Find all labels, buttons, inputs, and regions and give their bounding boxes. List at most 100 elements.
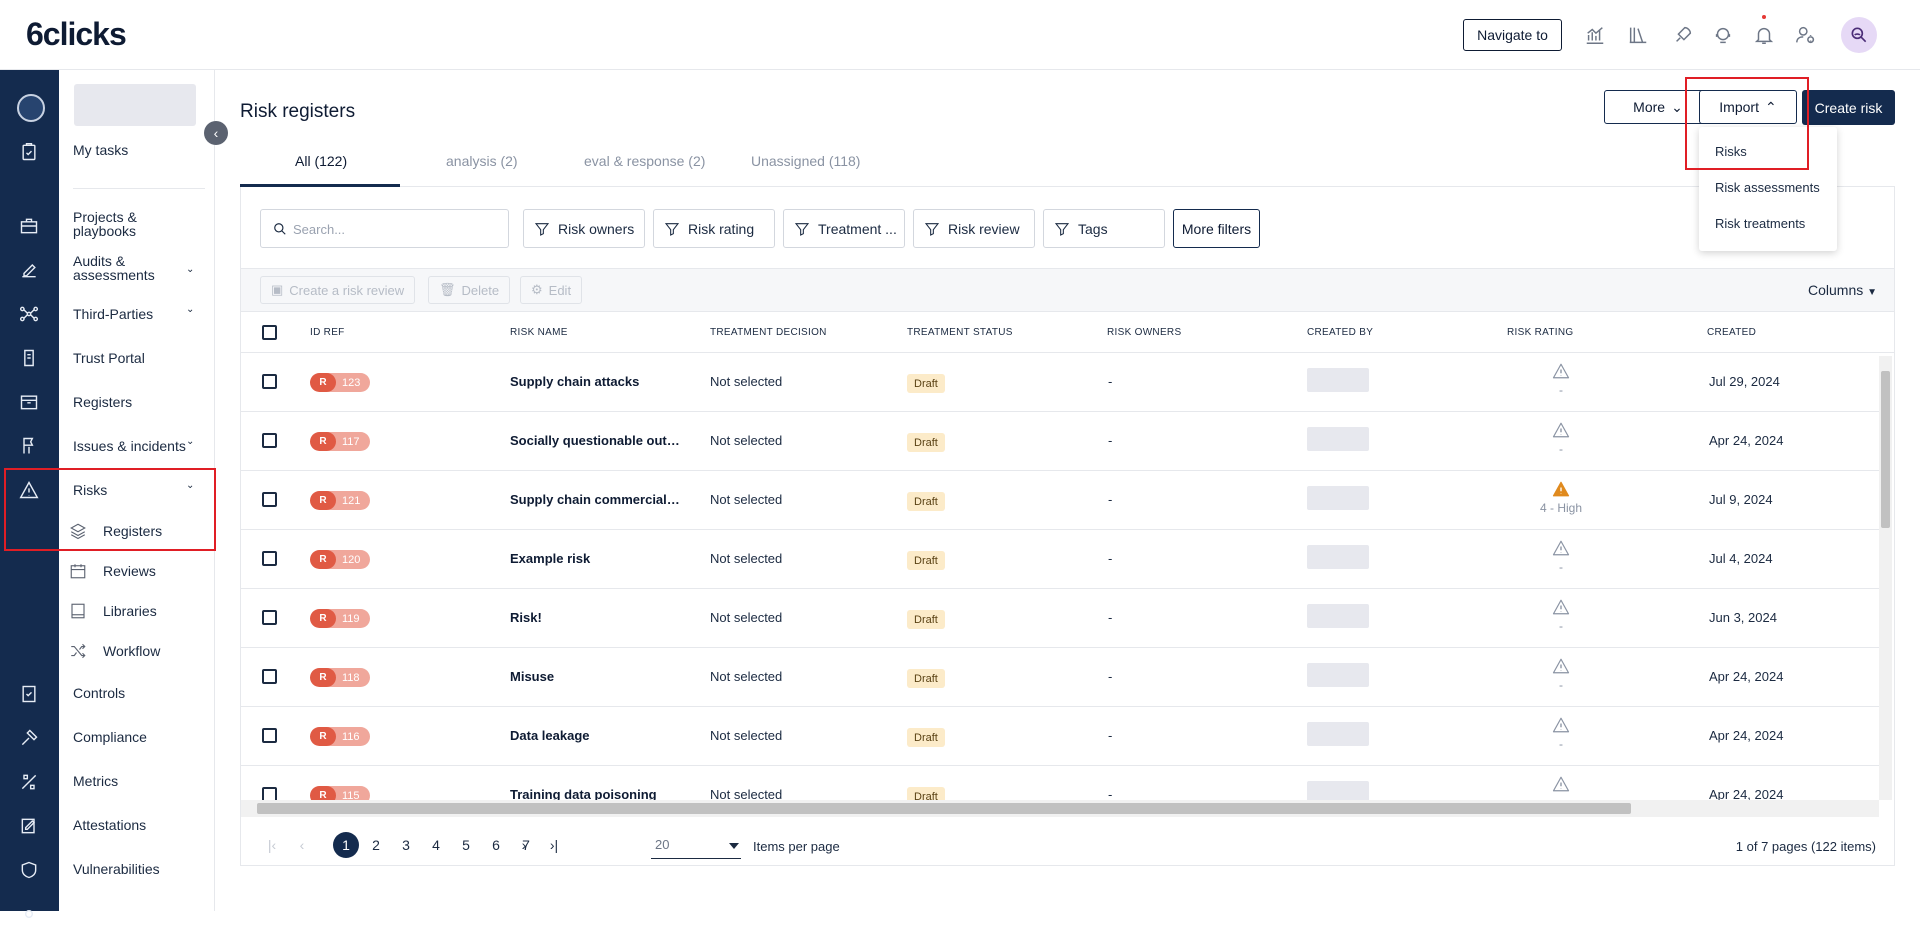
sidebar-item-compliance[interactable]: Compliance	[73, 729, 147, 745]
table-row[interactable]: R 118 Misuse Not selected Draft - - Apr …	[241, 648, 1881, 707]
page-number-button[interactable]: 1	[333, 832, 359, 858]
network-icon[interactable]	[17, 302, 41, 326]
id-ref-badge[interactable]: R 123	[310, 373, 370, 392]
chevron-down-icon[interactable]: ⌄	[186, 264, 194, 275]
page-number-button[interactable]: 3	[393, 832, 419, 858]
id-ref-badge[interactable]: R 120	[310, 550, 370, 569]
column-header-id-ref[interactable]: ID REF	[310, 327, 345, 338]
search-input[interactable]	[293, 218, 493, 240]
table-row[interactable]: R 115 Training data poisoning Not select…	[241, 766, 1881, 800]
first-page-icon[interactable]: |‹	[259, 832, 285, 858]
risk-name-link[interactable]: Misuse	[510, 669, 680, 684]
attestation-icon[interactable]	[17, 814, 41, 838]
items-per-page-select[interactable]: 20	[651, 833, 741, 859]
sidebar-item-projects[interactable]: Projects & playbooks	[73, 210, 183, 238]
risk-name-link[interactable]: Supply chain attacks	[510, 374, 680, 389]
risk-name-link[interactable]: Supply chain commercial iss...	[510, 492, 680, 507]
controls-icon[interactable]	[17, 682, 41, 706]
tasks-icon[interactable]	[17, 140, 41, 164]
edit-icon[interactable]	[17, 258, 41, 282]
create-risk-review-button[interactable]: ▣ Create a risk review	[260, 276, 416, 304]
account-icon[interactable]	[17, 94, 45, 122]
next-page-icon[interactable]: ›	[511, 832, 537, 858]
more-filters-button[interactable]: More filters	[1173, 209, 1260, 248]
edit-button[interactable]: ⚙ Edit	[520, 276, 583, 304]
import-menu-item-risk-treatments[interactable]: Risk treatments	[1715, 216, 1805, 231]
tab-all[interactable]: All (122)	[295, 153, 347, 169]
row-checkbox[interactable]	[262, 492, 277, 507]
page-number-button[interactable]: 4	[423, 832, 449, 858]
row-checkbox[interactable]	[262, 787, 277, 800]
column-header-risk-rating[interactable]: RISK RATING	[1507, 327, 1573, 338]
sidebar-item-controls[interactable]: Controls	[73, 685, 125, 701]
shield-icon[interactable]	[17, 858, 41, 882]
user-avatar[interactable]	[1841, 17, 1877, 53]
filter-risk-owners[interactable]: Risk owners	[523, 209, 645, 248]
table-row[interactable]: R 116 Data leakage Not selected Draft - …	[241, 707, 1881, 766]
risk-name-link[interactable]: Socially questionable outco...	[510, 433, 680, 448]
column-header-created[interactable]: CREATED	[1707, 327, 1756, 338]
table-row[interactable]: R 119 Risk! Not selected Draft - - Jun 3…	[241, 589, 1881, 648]
filter-tags[interactable]: Tags	[1043, 209, 1165, 248]
row-checkbox[interactable]	[262, 374, 277, 389]
page-number-button[interactable]: 2	[363, 832, 389, 858]
sidebar-subitem-reviews[interactable]: Reviews	[103, 563, 156, 579]
select-all-checkbox[interactable]	[262, 325, 277, 340]
navigate-to-button[interactable]: Navigate to	[1463, 19, 1562, 51]
horizontal-scrollbar[interactable]	[241, 800, 1879, 817]
register-icon[interactable]	[17, 390, 41, 414]
row-checkbox[interactable]	[262, 433, 277, 448]
table-row[interactable]: R 120 Example risk Not selected Draft - …	[241, 530, 1881, 589]
sidebar-item-trust-portal[interactable]: Trust Portal	[73, 350, 145, 366]
sidebar-item-registers[interactable]: Registers	[73, 394, 132, 410]
sidebar-item-metrics[interactable]: Metrics	[73, 773, 118, 789]
search-box[interactable]	[260, 209, 509, 248]
tab-analysis[interactable]: analysis (2)	[446, 153, 518, 169]
last-page-icon[interactable]: ›|	[541, 832, 567, 858]
create-risk-button[interactable]: Create risk	[1802, 90, 1895, 125]
row-checkbox[interactable]	[262, 610, 277, 625]
column-header-created-by[interactable]: CREATED BY	[1307, 327, 1373, 338]
filter-treatment[interactable]: Treatment ...	[783, 209, 905, 248]
table-row[interactable]: R 123 Supply chain attacks Not selected …	[241, 353, 1881, 412]
scroll-thumb[interactable]	[257, 803, 1631, 814]
sidebar-item-audits[interactable]: Audits & assessments	[73, 254, 183, 282]
sidebar-subitem-workflow[interactable]: Workflow	[103, 643, 160, 659]
app-logo[interactable]: 6clicks	[26, 16, 127, 53]
row-checkbox[interactable]	[262, 728, 277, 743]
sidebar-item-vulnerabilities[interactable]: Vulnerabilities	[73, 861, 160, 877]
columns-button[interactable]: Columns ▼	[1808, 282, 1877, 298]
id-ref-badge[interactable]: R 121	[310, 491, 370, 510]
risk-name-link[interactable]: Example risk	[510, 551, 680, 566]
page-number-button[interactable]: 5	[453, 832, 479, 858]
id-ref-badge[interactable]: R 116	[310, 727, 370, 746]
table-row[interactable]: R 117 Socially questionable outco... Not…	[241, 412, 1881, 471]
user-settings-icon[interactable]	[1793, 22, 1819, 48]
scroll-thumb[interactable]	[1881, 371, 1890, 528]
column-header-treatment-decision[interactable]: TREATMENT DECISION	[710, 327, 827, 338]
briefcase-icon[interactable]	[17, 214, 41, 238]
sidebar-subitem-libraries[interactable]: Libraries	[103, 603, 157, 619]
user-card[interactable]	[74, 84, 196, 126]
portal-icon[interactable]	[17, 346, 41, 370]
gavel-icon[interactable]	[17, 726, 41, 750]
risk-name-link[interactable]: Data leakage	[510, 728, 680, 743]
incident-icon[interactable]	[17, 434, 41, 458]
chevron-down-icon[interactable]: ⌄	[186, 304, 194, 315]
tab-eval-response[interactable]: eval & response (2)	[584, 153, 705, 169]
vertical-scrollbar[interactable]	[1879, 356, 1892, 800]
column-header-risk-owners[interactable]: RISK OWNERS	[1107, 327, 1181, 338]
risk-name-link[interactable]: Risk!	[510, 610, 680, 625]
bell-icon[interactable]	[1751, 22, 1777, 48]
filter-risk-review[interactable]: Risk review	[913, 209, 1035, 248]
page-number-button[interactable]: 6	[483, 832, 509, 858]
column-header-risk-name[interactable]: RISK NAME	[510, 327, 568, 338]
library-icon[interactable]	[1625, 22, 1651, 48]
sidebar-item-attestations[interactable]: Attestations	[73, 817, 146, 833]
id-ref-badge[interactable]: R 115	[310, 786, 370, 800]
metrics-icon[interactable]	[17, 770, 41, 794]
delete-button[interactable]: 🗑 Delete	[428, 276, 511, 304]
sidebar-item-third-parties[interactable]: Third-Parties	[73, 306, 153, 322]
id-ref-badge[interactable]: R 117	[310, 432, 370, 451]
id-ref-badge[interactable]: R 118	[310, 668, 370, 687]
